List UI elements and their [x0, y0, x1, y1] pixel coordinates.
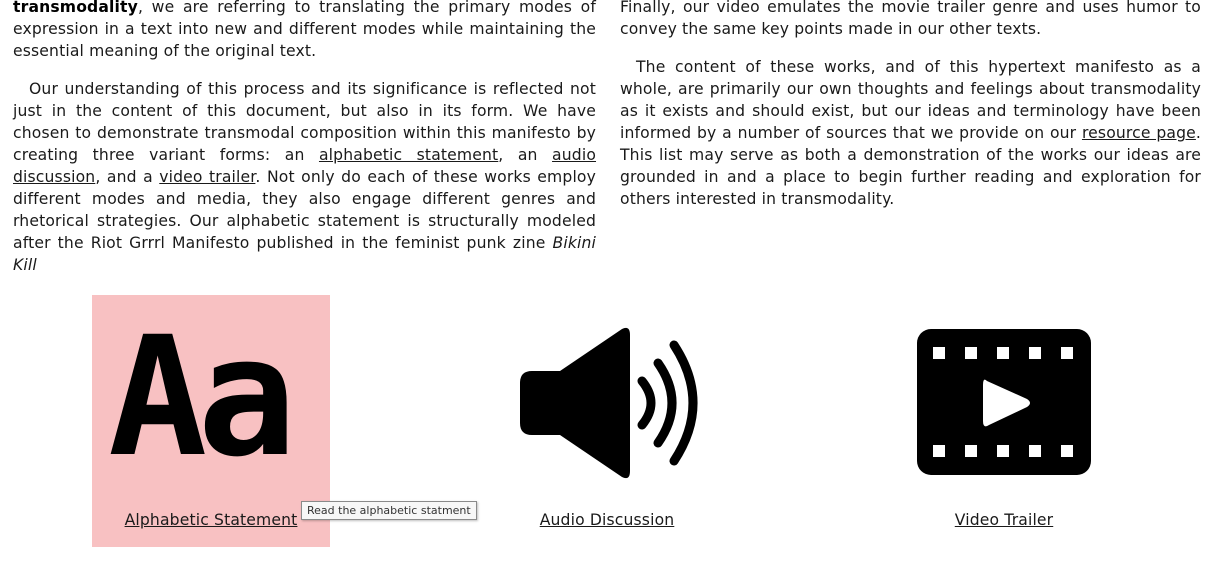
- speaker-icon: [520, 327, 698, 479]
- paragraph-video: Finally, our video emulates the movie tr…: [620, 0, 1201, 38]
- link-alphabetic-statement[interactable]: alphabetic statement: [319, 146, 498, 164]
- link-resource-page[interactable]: resource page: [1082, 124, 1196, 142]
- card-alphabetic-statement[interactable]: Aa Alphabetic Statement: [92, 295, 330, 547]
- paragraph-content: The content of these works, and of this …: [620, 58, 1201, 208]
- letters-aa-icon: Aa: [108, 301, 297, 493]
- manifesto-text-left: transmodality, we are referring to trans…: [13, 0, 596, 292]
- tooltip-alphabetic-statement: Read the alphabetic statment: [301, 501, 477, 520]
- card-label-alphabetic-statement[interactable]: Alphabetic Statement: [92, 511, 330, 529]
- term-transmodality: transmodality: [13, 0, 138, 16]
- link-video-trailer[interactable]: video trailer: [159, 168, 255, 186]
- card-label-video-trailer[interactable]: Video Trailer: [885, 511, 1123, 529]
- card-audio-discussion[interactable]: Audio Discussion: [488, 295, 726, 547]
- card-label-audio-discussion[interactable]: Audio Discussion: [488, 511, 726, 529]
- manifesto-text-right: Finally, our video emulates the movie tr…: [620, 0, 1201, 226]
- card-video-trailer[interactable]: Video Trailer: [885, 295, 1123, 547]
- paragraph-definition: transmodality, we are referring to trans…: [13, 0, 596, 60]
- film-play-icon: [917, 329, 1091, 475]
- paragraph-process: Our understanding of this process and it…: [13, 80, 597, 274]
